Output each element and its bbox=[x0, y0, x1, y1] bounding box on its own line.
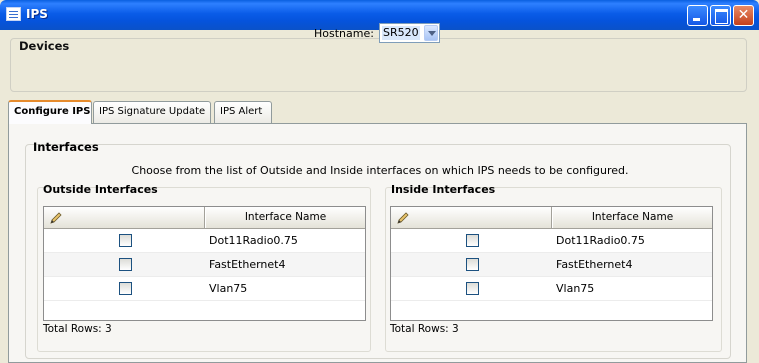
maximize-button[interactable] bbox=[710, 5, 731, 26]
minimize-button[interactable] bbox=[687, 5, 708, 26]
interface-name-column-header[interactable]: Interface Name bbox=[552, 207, 712, 228]
pencil-icon bbox=[50, 212, 62, 224]
row-checkbox[interactable] bbox=[466, 282, 479, 295]
hostname-label: Hostname: bbox=[314, 27, 374, 40]
table-row[interactable]: FastEthernet4 bbox=[44, 253, 365, 277]
table-header: Interface Name bbox=[44, 207, 365, 229]
devices-group: Devices bbox=[10, 38, 747, 92]
table-row[interactable]: Dot11Radio0.75 bbox=[391, 229, 712, 253]
hostname-select[interactable]: SR520 bbox=[379, 23, 440, 43]
outside-interfaces-table: Interface Name Dot11Radio0.75 FastEthern… bbox=[43, 206, 366, 321]
row-checkbox[interactable] bbox=[119, 258, 132, 271]
table-row[interactable]: Dot11Radio0.75 bbox=[44, 229, 365, 253]
inside-interfaces-title: Inside Interfaces bbox=[391, 183, 496, 196]
interface-name: Dot11Radio0.75 bbox=[556, 234, 645, 247]
interface-name: FastEthernet4 bbox=[209, 258, 286, 271]
outside-interfaces-title: Outside Interfaces bbox=[43, 183, 158, 196]
chevron-down-icon[interactable] bbox=[424, 25, 438, 41]
edit-column-header[interactable] bbox=[44, 207, 205, 228]
interface-name: Vlan75 bbox=[209, 282, 248, 295]
interface-name: FastEthernet4 bbox=[556, 258, 633, 271]
edit-column-header[interactable] bbox=[391, 207, 552, 228]
table-header: Interface Name bbox=[391, 207, 712, 229]
table-row[interactable]: Vlan75 bbox=[391, 277, 712, 301]
row-checkbox[interactable] bbox=[119, 234, 132, 247]
hostname-value: SR520 bbox=[382, 26, 420, 40]
interface-name: Vlan75 bbox=[556, 282, 595, 295]
close-button[interactable]: ✕ bbox=[733, 5, 754, 26]
window-icon bbox=[6, 7, 21, 21]
outside-total-rows: Total Rows: 3 bbox=[43, 323, 112, 335]
interface-name: Dot11Radio0.75 bbox=[209, 234, 298, 247]
tab-ips-signature-update[interactable]: IPS Signature Update bbox=[93, 101, 211, 123]
instruction-text: Choose from the list of Outside and Insi… bbox=[131, 164, 629, 177]
interfaces-title: Interfaces bbox=[33, 140, 99, 154]
pencil-icon bbox=[397, 212, 409, 224]
tab-configure-ips[interactable]: Configure IPS bbox=[8, 100, 92, 124]
row-checkbox[interactable] bbox=[466, 234, 479, 247]
row-checkbox[interactable] bbox=[466, 258, 479, 271]
window-title: IPS bbox=[26, 7, 48, 21]
devices-title: Devices bbox=[19, 39, 70, 53]
inside-interfaces-table: Interface Name Dot11Radio0.75 FastEthern… bbox=[390, 206, 713, 321]
row-checkbox[interactable] bbox=[119, 282, 132, 295]
interface-name-column-header[interactable]: Interface Name bbox=[205, 207, 365, 228]
tab-ips-alert[interactable]: IPS Alert bbox=[214, 101, 272, 123]
inside-total-rows: Total Rows: 3 bbox=[390, 323, 459, 335]
table-row[interactable]: FastEthernet4 bbox=[391, 253, 712, 277]
close-icon: ✕ bbox=[737, 7, 750, 23]
table-row[interactable]: Vlan75 bbox=[44, 277, 365, 301]
